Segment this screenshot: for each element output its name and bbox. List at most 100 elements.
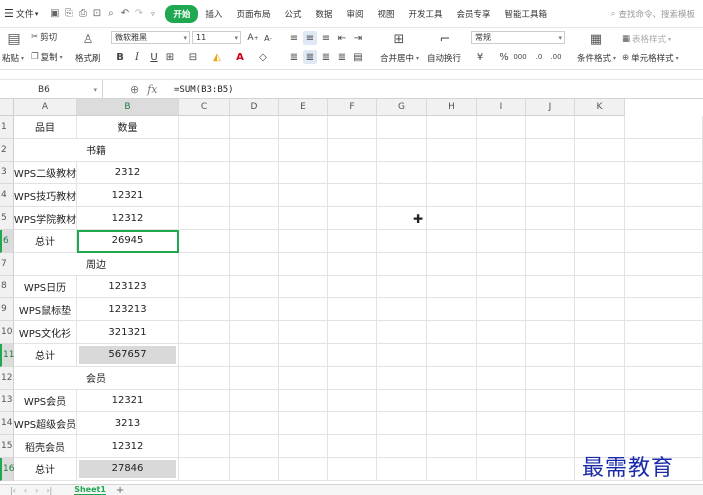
empty-cell[interactable] <box>328 321 377 344</box>
cell-style-button[interactable]: ⊕ 单元格样式 ▾ <box>622 52 679 64</box>
underline-icon[interactable]: U <box>147 50 161 64</box>
item-name-cell[interactable]: WPS超级会员 <box>14 412 77 436</box>
empty-cell[interactable] <box>625 184 703 208</box>
clear-format-icon[interactable]: ◇ <box>256 50 270 64</box>
empty-cell[interactable] <box>477 230 526 253</box>
empty-cell[interactable] <box>526 138 575 162</box>
item-name-cell[interactable]: 总计 <box>14 458 77 481</box>
name-box[interactable]: B6 ▾ <box>0 80 103 99</box>
quantity-cell[interactable]: 123123 <box>77 275 179 299</box>
empty-cell[interactable] <box>575 138 625 162</box>
empty-cell[interactable] <box>377 230 427 253</box>
font-size-select[interactable]: 11 ▾ <box>192 31 241 44</box>
paste-button[interactable]: 粘贴 ▾ <box>2 52 24 64</box>
empty-cell[interactable] <box>179 230 230 253</box>
quantity-cell[interactable]: 12312 <box>77 435 179 458</box>
empty-cell[interactable] <box>477 161 526 185</box>
quantity-cell[interactable]: 27846 <box>77 458 179 481</box>
empty-cell[interactable] <box>328 252 377 276</box>
align-right-icon[interactable]: ≣ <box>319 50 333 64</box>
empty-cell[interactable] <box>526 344 575 367</box>
empty-cell[interactable] <box>377 116 427 139</box>
quantity-cell[interactable]: 12312 <box>77 207 179 230</box>
empty-cell[interactable] <box>477 366 526 390</box>
table-style-button[interactable]: ▦ 表格样式 ▾ <box>622 33 671 45</box>
item-name-cell[interactable]: 总计 <box>14 344 77 367</box>
empty-cell[interactable] <box>427 138 477 162</box>
number-format-select[interactable]: 常规 ▾ <box>471 31 565 44</box>
currency-icon[interactable]: ¥ <box>473 50 487 64</box>
customize-icon[interactable]: ▿ <box>146 7 159 20</box>
empty-cell[interactable] <box>279 161 328 185</box>
print-preview-icon[interactable]: ⊡ <box>90 7 103 20</box>
first-sheet-icon[interactable]: |‹ <box>10 486 16 495</box>
category-cell[interactable]: 书籍 <box>14 138 179 162</box>
empty-cell[interactable] <box>230 298 279 322</box>
merge-center-button[interactable]: 合并居中 ▾ <box>380 52 419 64</box>
item-name-cell[interactable]: WPS学院教材 <box>14 207 77 230</box>
empty-cell[interactable] <box>377 252 427 276</box>
item-name-cell[interactable]: WPS文化衫 <box>14 321 77 344</box>
row-header[interactable]: 2 <box>0 138 14 162</box>
empty-cell[interactable] <box>477 116 526 139</box>
empty-cell[interactable] <box>427 366 477 390</box>
empty-cell[interactable] <box>328 116 377 139</box>
empty-cell[interactable] <box>625 412 703 436</box>
empty-cell[interactable] <box>230 252 279 276</box>
empty-cell[interactable] <box>179 458 230 481</box>
increase-font-icon[interactable]: A + <box>246 31 260 45</box>
empty-cell[interactable] <box>328 344 377 367</box>
empty-cell[interactable] <box>477 138 526 162</box>
select-all-corner[interactable] <box>0 99 14 116</box>
empty-cell[interactable] <box>427 321 477 344</box>
add-sheet-icon[interactable]: + <box>116 485 124 495</box>
quantity-cell[interactable]: 567657 <box>77 344 179 367</box>
column-header-j[interactable]: J <box>526 99 575 116</box>
format-painter-icon[interactable]: ♙ <box>80 31 96 47</box>
empty-cell[interactable] <box>179 161 230 185</box>
empty-cell[interactable] <box>377 412 427 436</box>
format-painter-button[interactable]: 格式刷 <box>75 52 101 64</box>
empty-cell[interactable] <box>526 435 575 458</box>
empty-cell[interactable] <box>427 344 477 367</box>
empty-cell[interactable] <box>575 275 625 299</box>
empty-cell[interactable] <box>328 138 377 162</box>
row-header[interactable]: 9 <box>0 298 14 322</box>
empty-cell[interactable] <box>279 207 328 230</box>
tab-4[interactable]: 数据 <box>308 8 339 20</box>
empty-cell[interactable] <box>427 458 477 481</box>
row-header[interactable]: 15 <box>0 435 14 458</box>
row-header[interactable]: 3 <box>0 161 14 185</box>
align-center-icon[interactable]: ≣ <box>303 50 317 64</box>
empty-cell[interactable] <box>377 161 427 185</box>
increase-decimal-icon[interactable]: .0 <box>532 50 546 64</box>
next-sheet-icon[interactable]: › <box>35 486 38 495</box>
redo-icon[interactable]: ↷ <box>132 7 145 20</box>
row-header[interactable]: 12 <box>0 366 14 390</box>
conditional-format-icon[interactable]: ▦ <box>587 31 605 47</box>
empty-cell[interactable] <box>230 435 279 458</box>
quantity-cell[interactable]: 12321 <box>77 389 179 413</box>
empty-cell[interactable] <box>179 344 230 367</box>
empty-cell[interactable] <box>279 184 328 208</box>
active-cell[interactable]: 26945 <box>77 230 179 253</box>
quantity-cell[interactable]: 数量 <box>77 116 179 139</box>
column-header-d[interactable]: D <box>230 99 279 116</box>
tab-3[interactable]: 公式 <box>277 8 308 20</box>
empty-cell[interactable] <box>575 207 625 230</box>
empty-cell[interactable] <box>427 435 477 458</box>
empty-cell[interactable] <box>526 275 575 299</box>
wrap-text-icon[interactable]: ⌐ <box>436 31 454 47</box>
empty-cell[interactable] <box>230 321 279 344</box>
empty-cell[interactable] <box>625 344 703 367</box>
column-header-a[interactable]: A <box>14 99 77 116</box>
empty-cell[interactable] <box>328 435 377 458</box>
empty-cell[interactable] <box>575 161 625 185</box>
empty-cell[interactable] <box>328 366 377 390</box>
indent-increase-icon[interactable]: ⇥ <box>351 31 365 45</box>
indent-decrease-icon[interactable]: ⇤ <box>335 31 349 45</box>
empty-cell[interactable] <box>477 435 526 458</box>
empty-cell[interactable] <box>230 344 279 367</box>
empty-cell[interactable] <box>526 366 575 390</box>
empty-cell[interactable] <box>477 321 526 344</box>
